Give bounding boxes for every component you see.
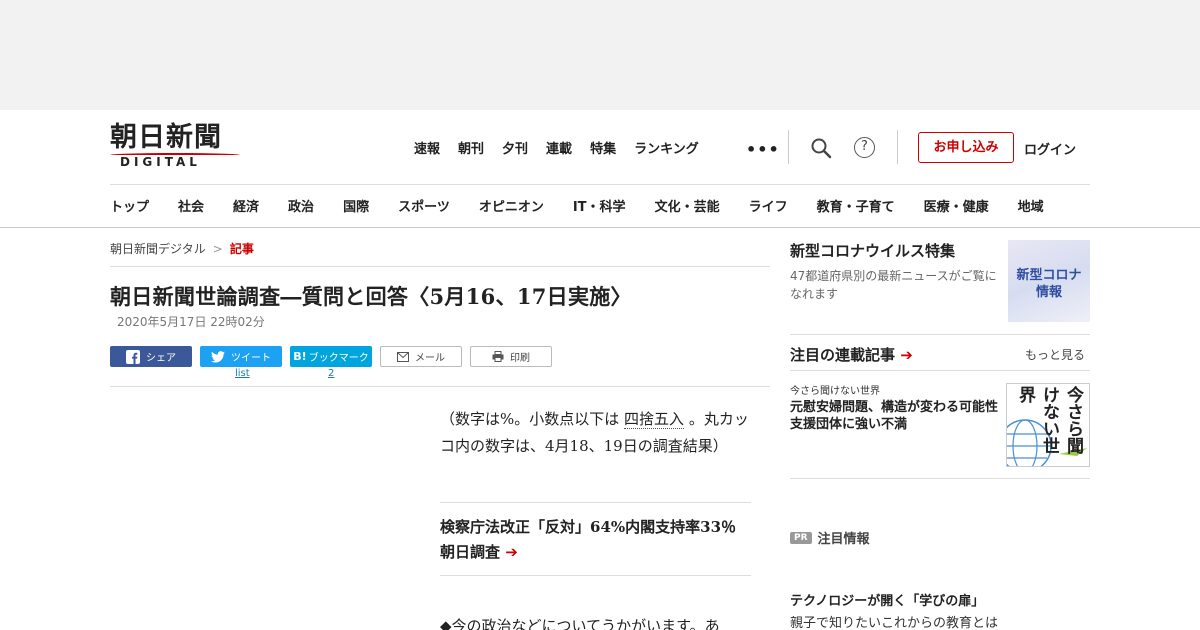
article-title: 朝日新聞世論調査―質問と回答〈5月16、17日実施〉 bbox=[110, 284, 632, 309]
top-nav-evening[interactable]: 夕刊 bbox=[502, 138, 528, 157]
print-button[interactable]: 印刷 bbox=[470, 346, 552, 367]
category-politics[interactable]: 政治 bbox=[288, 196, 314, 215]
term-link[interactable]: 四捨五入 bbox=[624, 410, 685, 429]
facebook-share-button[interactable]: シェア bbox=[110, 346, 192, 367]
share-buttons: シェア ツイート list B! ブックマーク 2 メール 印刷 bbox=[110, 346, 552, 379]
print-icon bbox=[492, 351, 504, 362]
twitter-share-button[interactable]: ツイート list bbox=[200, 346, 282, 379]
top-nav-morning[interactable]: 朝刊 bbox=[458, 138, 484, 157]
more-menu-icon[interactable]: ••• bbox=[746, 140, 780, 159]
category-it-science[interactable]: IT・科学 bbox=[573, 196, 626, 215]
pr-section-header: PR 注目情報 bbox=[790, 528, 870, 547]
twitter-icon bbox=[211, 350, 225, 363]
pr-badge: PR bbox=[790, 531, 812, 544]
sidebar-divider bbox=[790, 370, 1090, 371]
category-nav: トップ 社会 経済 政治 国際 スポーツ オピニオン IT・科学 文化・芸能 ラ… bbox=[110, 196, 1200, 215]
related-divider bbox=[440, 575, 751, 576]
sidebar-divider bbox=[790, 334, 1090, 335]
hatena-bookmark-icon: B! bbox=[293, 350, 307, 363]
top-nav: 速報 朝刊 夕刊 連載 特集 ランキング bbox=[414, 138, 717, 157]
category-economy[interactable]: 経済 bbox=[233, 196, 259, 215]
facebook-share-label: シェア bbox=[146, 353, 176, 364]
category-education[interactable]: 教育・子育て bbox=[817, 196, 895, 215]
hatena-bookmark-button[interactable]: B! ブックマーク 2 bbox=[290, 346, 372, 379]
category-society[interactable]: 社会 bbox=[178, 196, 204, 215]
apply-button[interactable]: お申し込み bbox=[918, 132, 1014, 163]
corona-thumb-line1: 新型コロナ bbox=[1016, 268, 1082, 283]
category-sports[interactable]: スポーツ bbox=[398, 196, 450, 215]
ad-banner bbox=[0, 0, 1200, 110]
category-health[interactable]: 医療・健康 bbox=[924, 196, 989, 215]
series-label: 今さら聞けない世界 bbox=[790, 386, 880, 397]
category-culture[interactable]: 文化・芸能 bbox=[655, 196, 720, 215]
sidebar-divider bbox=[790, 478, 1090, 479]
logo-digital: DIGITAL bbox=[120, 155, 201, 169]
site-logo[interactable]: 朝日新聞 DIGITAL bbox=[110, 124, 240, 170]
breadcrumb-separator: > bbox=[212, 242, 223, 256]
series-heading[interactable]: 注目の連載記事 ➔ bbox=[790, 344, 913, 365]
pr-article-subtitle: 親子で知りたいこれからの教育とは bbox=[790, 616, 999, 630]
more-link[interactable]: もっと見る bbox=[1025, 346, 1085, 363]
related-article-title: 検察庁法改正「反対」64%内閣支持率33％ 朝日調査 bbox=[440, 518, 752, 561]
print-label: 印刷 bbox=[510, 353, 530, 364]
arrow-right-icon: ➔ bbox=[505, 543, 518, 561]
category-life[interactable]: ライフ bbox=[749, 196, 788, 215]
mail-share-button[interactable]: メール bbox=[380, 346, 462, 367]
top-nav-series[interactable]: 連載 bbox=[546, 138, 572, 157]
pr-label: 注目情報 bbox=[817, 532, 870, 547]
breadcrumb: 朝日新聞デジタル > 記事 bbox=[110, 240, 254, 257]
related-divider bbox=[440, 502, 751, 503]
arrow-right-icon: ➔ bbox=[900, 346, 913, 364]
article-body: ◆今の政治などについてうかがいます。あ bbox=[440, 617, 720, 630]
mail-share-label: メール bbox=[415, 353, 445, 364]
site-header: 朝日新聞 DIGITAL 速報 朝刊 夕刊 連載 特集 ランキング ••• ? … bbox=[0, 110, 1200, 228]
top-nav-special[interactable]: 特集 bbox=[590, 138, 616, 157]
category-international[interactable]: 国際 bbox=[343, 196, 369, 215]
article-date: 2020年5月17日 22時02分 bbox=[117, 315, 265, 329]
category-local[interactable]: 地域 bbox=[1018, 196, 1044, 215]
header-divider bbox=[788, 130, 789, 164]
article-intro: （数字は%。小数点以下は 四捨五入 。丸カッコ内の数字は、4月18、19日の調査… bbox=[440, 406, 750, 460]
header-divider bbox=[897, 130, 898, 164]
category-top[interactable]: トップ bbox=[110, 196, 149, 215]
series-heading-label: 注目の連載記事 bbox=[790, 346, 896, 364]
mail-icon bbox=[397, 351, 409, 362]
login-link[interactable]: ログイン bbox=[1024, 139, 1076, 158]
series-thumb-text: 今さら聞けない世界 bbox=[1015, 386, 1083, 454]
pr-article-title[interactable]: テクノロジーが開く「学びの扉」 bbox=[790, 590, 984, 609]
header-separator bbox=[110, 184, 1090, 185]
corona-thumb-line2: 情報 bbox=[1035, 285, 1062, 300]
category-opinion[interactable]: オピニオン bbox=[479, 196, 544, 215]
corona-feature-thumbnail[interactable]: 新型コロナ 情報 bbox=[1008, 240, 1090, 322]
breadcrumb-home[interactable]: 朝日新聞デジタル bbox=[110, 242, 206, 256]
top-nav-ranking[interactable]: ランキング bbox=[634, 138, 699, 157]
series-article-title[interactable]: 元慰安婦問題、構造が変わる可能性 支援団体に強い不満 bbox=[790, 399, 1011, 433]
hatena-bookmark-label: ブックマーク bbox=[308, 353, 369, 364]
help-icon[interactable]: ? bbox=[854, 137, 875, 158]
breadcrumb-divider bbox=[110, 266, 770, 267]
logo-kanji: 朝日新聞 bbox=[110, 122, 222, 153]
search-icon[interactable] bbox=[810, 137, 832, 159]
corona-feature-description: 47都道府県別の最新ニュースがご覧になれます bbox=[790, 269, 997, 301]
twitter-share-label: ツイート bbox=[231, 353, 271, 364]
series-thumbnail[interactable]: 今さら聞けない世界 bbox=[1006, 383, 1090, 467]
facebook-icon bbox=[126, 349, 140, 364]
related-article-link[interactable]: 検察庁法改正「反対」64%内閣支持率33％ 朝日調査 ➔ bbox=[440, 515, 752, 565]
share-divider bbox=[110, 386, 770, 387]
breadcrumb-current: 記事 bbox=[229, 242, 254, 256]
hatena-count[interactable]: 2 bbox=[328, 368, 334, 379]
intro-before: （数字は%。小数点以下は bbox=[440, 410, 625, 428]
twitter-count[interactable]: list bbox=[235, 368, 250, 379]
top-nav-breaking[interactable]: 速報 bbox=[414, 138, 440, 157]
